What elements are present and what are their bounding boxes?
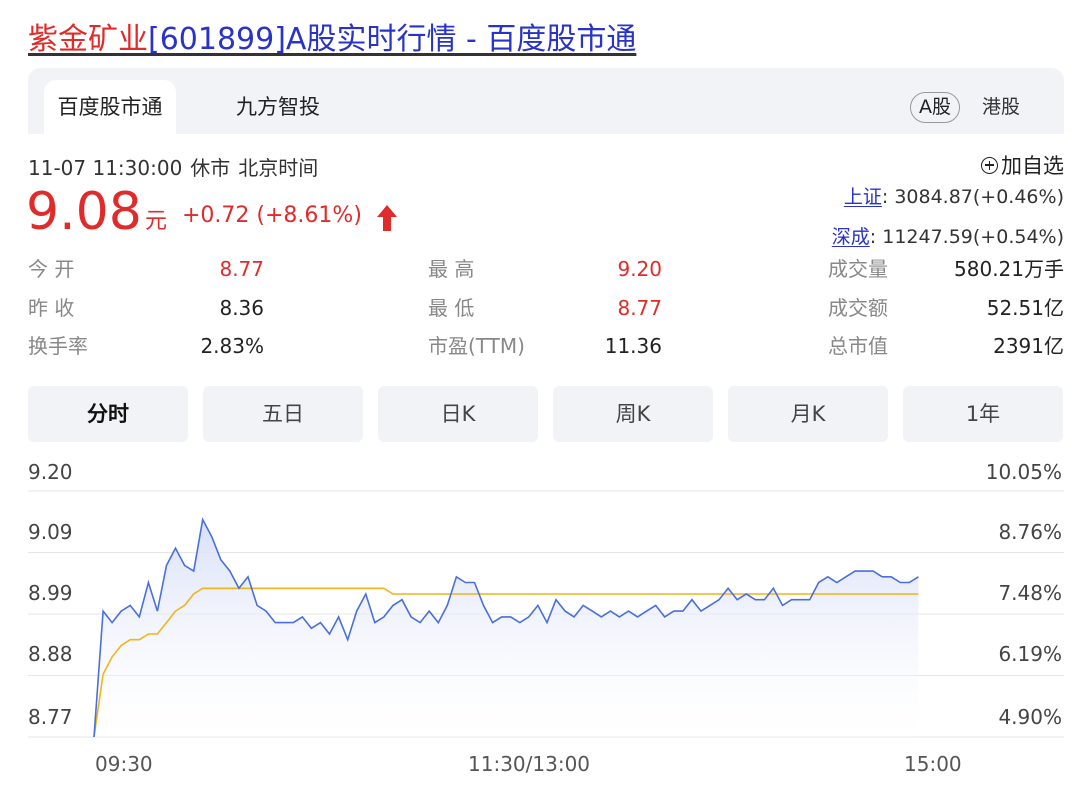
intraday-chart <box>28 490 1064 738</box>
